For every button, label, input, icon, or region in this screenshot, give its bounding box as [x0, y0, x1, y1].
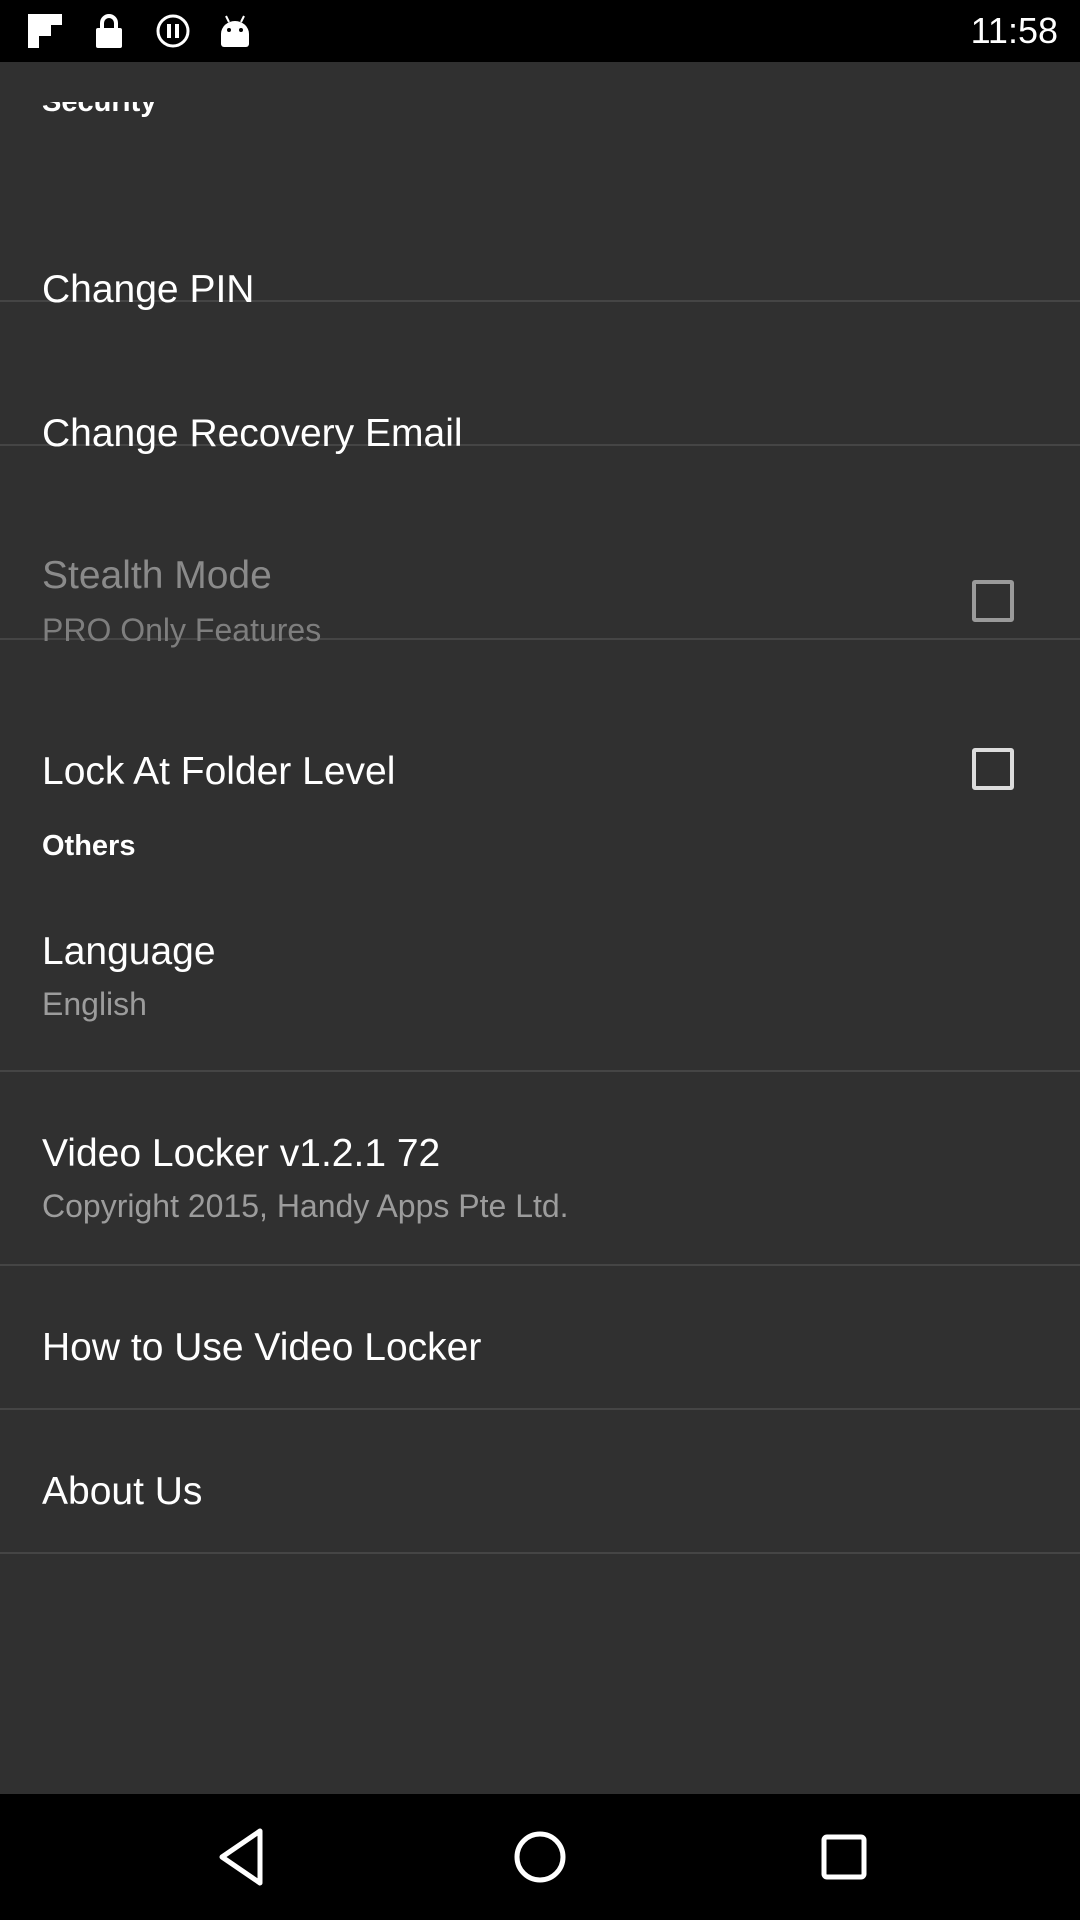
setting-how-to-use[interactable]: How to Use Video Locker: [0, 1266, 1080, 1410]
setting-title: About Us: [42, 1470, 203, 1513]
setting-change-pin[interactable]: Change PIN: [0, 122, 1080, 311]
back-icon[interactable]: [212, 1825, 276, 1889]
setting-title: Video Locker v1.2.1 72: [42, 1132, 441, 1175]
setting-title: How to Use Video Locker: [42, 1326, 482, 1369]
status-time: 11:58: [970, 10, 1058, 51]
setting-app-version[interactable]: Video Locker v1.2.1 72 Copyright 2015, H…: [0, 1072, 1080, 1266]
setting-summary: Copyright 2015, Handy Apps Pte Ltd.: [42, 1188, 569, 1224]
setting-lock-at-folder-level[interactable]: Lock At Folder Level: [0, 640, 1080, 793]
flipboard-icon: [28, 14, 62, 48]
settings-list: Security Change PIN Change Recovery Emai…: [0, 62, 1080, 1794]
setting-stealth-mode[interactable]: Stealth Mode PRO Only Features: [0, 446, 1080, 648]
recents-icon[interactable]: [812, 1825, 876, 1889]
others-section-header: Others: [42, 830, 136, 862]
lock-icon: [96, 14, 122, 48]
setting-language[interactable]: Language English: [0, 870, 1080, 1072]
record-icon: [156, 14, 190, 48]
setting-title: Lock At Folder Level: [42, 750, 396, 793]
status-bar: 11:58: [0, 0, 1080, 62]
home-icon[interactable]: [508, 1825, 572, 1889]
android-icon: [221, 15, 249, 47]
setting-title: Stealth Mode: [42, 554, 272, 597]
stealth-mode-checkbox[interactable]: [972, 580, 1014, 622]
setting-about-us[interactable]: About Us: [0, 1410, 1080, 1554]
setting-change-recovery-email[interactable]: Change Recovery Email: [0, 302, 1080, 455]
navigation-bar: [0, 1794, 1080, 1920]
setting-summary: English: [42, 986, 147, 1022]
lock-folder-checkbox[interactable]: [972, 748, 1014, 790]
setting-title: Language: [42, 930, 216, 973]
